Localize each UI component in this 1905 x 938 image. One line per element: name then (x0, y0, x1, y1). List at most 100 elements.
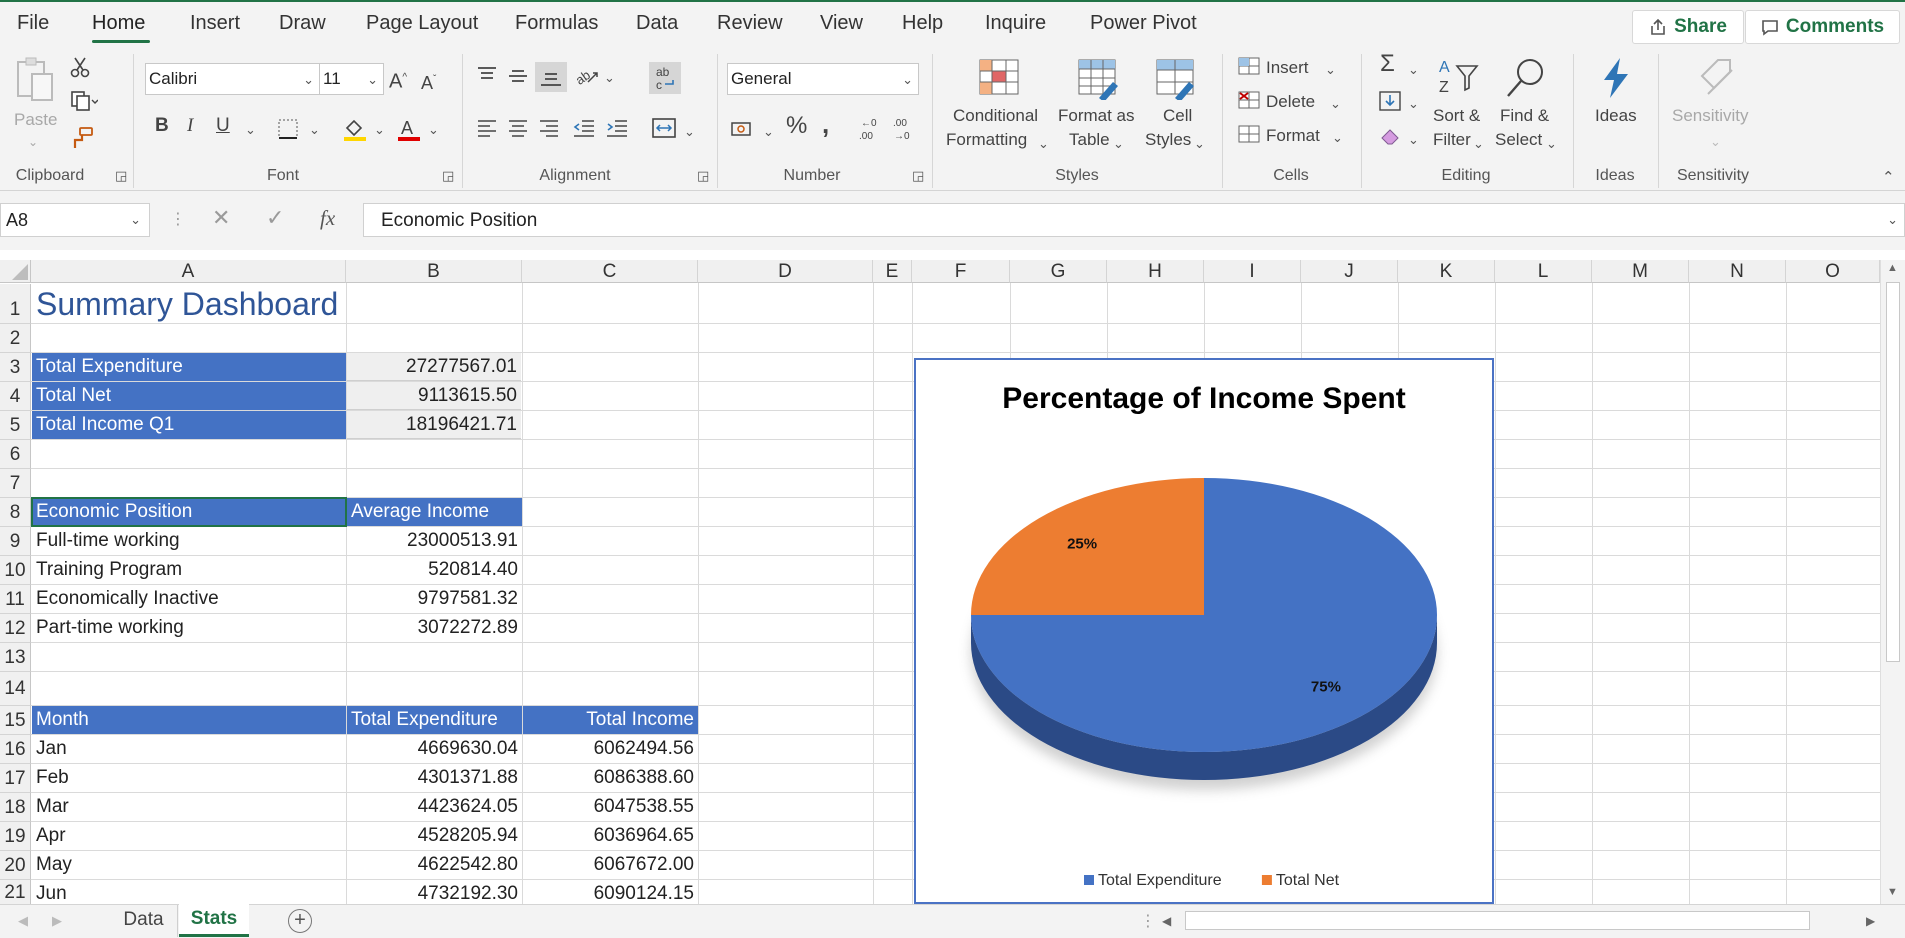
column-header-k[interactable]: K (1398, 260, 1495, 283)
delete-cells-icon[interactable] (1237, 90, 1261, 115)
font-color-icon[interactable]: A (396, 116, 422, 147)
wrap-text-icon[interactable]: ab c (649, 62, 681, 94)
column-header-j[interactable]: J (1301, 260, 1398, 283)
row-header-2[interactable]: 2 (0, 324, 31, 353)
income-cell[interactable]: 6036964.65 (523, 822, 698, 850)
format-cells-button[interactable]: Format (1266, 124, 1320, 148)
align-center-icon[interactable] (507, 118, 529, 143)
position-label-cell[interactable]: Training Program (32, 556, 346, 584)
chevron-down-icon[interactable]: ⌄ (1332, 126, 1343, 150)
row-header-1[interactable]: 1 (0, 284, 31, 324)
month-cell[interactable]: Mar (32, 793, 346, 821)
column-header-e[interactable]: E (873, 260, 912, 283)
orientation-icon[interactable]: ab (573, 64, 600, 91)
cell-styles-label-1[interactable]: Cell (1163, 104, 1192, 128)
row-header-20[interactable]: 20 (0, 851, 31, 880)
accounting-format-icon[interactable] (730, 118, 756, 145)
sheet-tab-stats[interactable]: Stats (179, 904, 249, 937)
row-header-16[interactable]: 16 (0, 735, 31, 764)
row-header-6[interactable]: 6 (0, 440, 31, 469)
font-size-select[interactable]: 11 ⌄ (319, 63, 384, 95)
income-cell[interactable]: 6047538.55 (523, 793, 698, 821)
scroll-right-icon[interactable]: ▶ (1866, 914, 1875, 928)
cell-styles-label-2[interactable]: Styles (1145, 128, 1191, 152)
sort-filter-label-1[interactable]: Sort & (1433, 104, 1480, 128)
month-cell[interactable]: Apr (32, 822, 346, 850)
position-value-cell[interactable]: 23000513.91 (347, 527, 522, 555)
align-left-icon[interactable] (476, 118, 498, 143)
chevron-down-icon[interactable]: ⌄ (428, 118, 439, 142)
ideas-button[interactable]: Ideas (1595, 104, 1637, 128)
month-cell[interactable]: Jun (32, 880, 346, 904)
income-cell[interactable]: 6062494.56 (523, 735, 698, 763)
dashboard-title[interactable]: Summary Dashboard (32, 284, 342, 323)
column-header-g[interactable]: G (1010, 260, 1107, 283)
menu-formulas[interactable]: Formulas (515, 12, 598, 35)
row-header-10[interactable]: 10 (0, 556, 31, 585)
row-header-12[interactable]: 12 (0, 614, 31, 643)
cell-styles-icon[interactable] (1155, 58, 1199, 105)
summary-value-cell[interactable]: 9113615.50 (347, 382, 521, 410)
formula-input[interactable]: Economic Position ⌄ (363, 203, 1905, 237)
position-label-cell[interactable]: Part-time working (32, 614, 346, 642)
chevron-down-icon[interactable]: ⌄ (1408, 92, 1419, 116)
fill-icon[interactable] (1378, 90, 1402, 117)
paste-dropdown-icon[interactable]: ⌄ (28, 130, 38, 154)
scroll-tabs-right-icon[interactable]: ▶ (52, 913, 62, 929)
font-name-select[interactable]: Calibri ⌄ (145, 63, 320, 95)
clipboard-launcher-icon[interactable]: ◲ (115, 168, 127, 184)
month-header-cell[interactable]: Total Income (523, 706, 698, 734)
decrease-decimal-icon[interactable]: .00 →0 (888, 116, 918, 147)
format-as-table-label-2[interactable]: Table (1069, 128, 1110, 152)
bold-button[interactable]: B (155, 114, 169, 138)
ideas-icon[interactable] (1598, 56, 1634, 105)
number-format-select[interactable]: General ⌄ (727, 63, 919, 95)
chevron-down-icon[interactable]: ⌄ (245, 118, 256, 142)
chevron-down-icon[interactable]: ⌄ (1546, 132, 1557, 156)
menu-data[interactable]: Data (636, 12, 678, 35)
expenditure-cell[interactable]: 4732192.30 (347, 880, 522, 904)
scroll-left-icon[interactable]: ◀ (1162, 914, 1171, 928)
menu-page-layout[interactable]: Page Layout (366, 12, 478, 35)
sort-filter-icon[interactable]: AZ (1437, 56, 1481, 105)
menu-power-pivot[interactable]: Power Pivot (1090, 12, 1197, 35)
menu-review[interactable]: Review (717, 12, 783, 35)
expenditure-cell[interactable]: 4423624.05 (347, 793, 522, 821)
enter-icon[interactable]: ✓ (266, 205, 284, 231)
menu-view[interactable]: View (820, 12, 863, 35)
chevron-down-icon[interactable]: ⌄ (1473, 132, 1484, 156)
chevron-down-icon[interactable]: ⌄ (1325, 58, 1336, 82)
find-select-label-1[interactable]: Find & (1500, 104, 1549, 128)
chevron-down-icon[interactable]: ⌄ (374, 118, 385, 142)
bottom-align-icon[interactable] (535, 62, 567, 92)
cancel-icon[interactable]: ✕ (212, 205, 230, 231)
cut-icon[interactable] (70, 56, 90, 83)
top-align-icon[interactable] (476, 66, 498, 91)
font-launcher-icon[interactable]: ◲ (442, 168, 454, 184)
borders-icon[interactable] (277, 118, 299, 145)
name-box[interactable]: A8 ⌄ (0, 203, 150, 237)
income-cell[interactable]: 6090124.15 (523, 880, 698, 904)
decrease-indent-icon[interactable] (572, 118, 596, 143)
scroll-up-icon[interactable]: ▲ (1887, 262, 1898, 274)
position-header-cell[interactable]: Average Income (347, 498, 522, 526)
conditional-formatting-label-2[interactable]: Formatting (946, 128, 1027, 152)
position-label-cell[interactable]: Economically Inactive (32, 585, 346, 613)
column-header-o[interactable]: O (1786, 260, 1880, 283)
italic-button[interactable]: I (187, 114, 193, 138)
column-header-l[interactable]: L (1495, 260, 1592, 283)
row-header-21[interactable]: 21 (0, 880, 31, 904)
row-header-11[interactable]: 11 (0, 585, 31, 614)
expenditure-cell[interactable]: 4528205.94 (347, 822, 522, 850)
format-as-table-icon[interactable] (1077, 58, 1121, 105)
collapse-ribbon-icon[interactable]: ⌃ (1882, 168, 1895, 186)
clear-icon[interactable] (1378, 126, 1402, 151)
autosum-icon[interactable]: Σ (1380, 52, 1395, 76)
format-cells-icon[interactable] (1237, 124, 1261, 149)
month-cell[interactable]: Jan (32, 735, 346, 763)
expenditure-cell[interactable]: 4301371.88 (347, 764, 522, 792)
row-header-5[interactable]: 5 (0, 411, 31, 440)
insert-cells-icon[interactable] (1237, 56, 1261, 81)
increase-indent-icon[interactable] (605, 118, 629, 143)
chevron-down-icon[interactable]: ⌄ (1038, 132, 1049, 156)
